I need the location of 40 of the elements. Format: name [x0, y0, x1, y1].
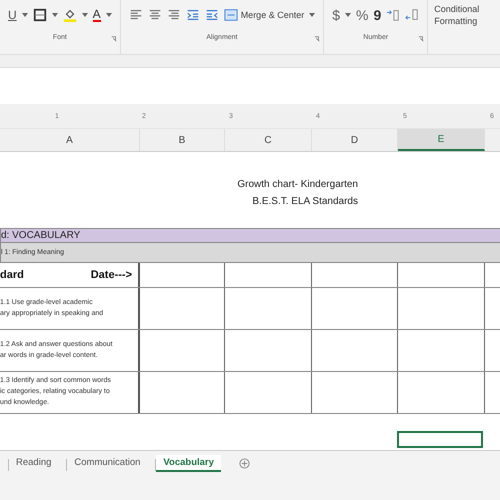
dialog-launcher-icon[interactable] [418, 36, 424, 42]
sheet-tab[interactable]: Reading [9, 455, 58, 470]
sheet-tab[interactable]: Communication [67, 455, 148, 470]
sheet-title: B.E.S.T. ELA Standards [252, 195, 358, 209]
caret-icon[interactable] [345, 13, 352, 17]
caret-icon[interactable] [309, 13, 316, 17]
caret-icon[interactable] [22, 13, 28, 17]
table-cell: dard [0, 269, 24, 281]
add-sheet-icon[interactable] [238, 458, 250, 469]
conditional-formatting-button[interactable]: Conditional Formatting [428, 0, 478, 28]
decrease-decimal-icon[interactable] [405, 8, 420, 22]
merge-icon [224, 8, 238, 22]
font-color-button[interactable]: A [92, 8, 101, 22]
increase-decimal-icon[interactable] [386, 8, 400, 22]
column-header[interactable]: E [398, 129, 485, 151]
percent-button[interactable]: % [356, 7, 368, 23]
caret-icon[interactable] [106, 13, 112, 17]
column-header[interactable]: B [140, 129, 225, 151]
dialog-launcher-icon[interactable] [314, 36, 320, 42]
merge-center-button[interactable]: Merge & Center [224, 8, 304, 22]
indent-icon[interactable] [186, 8, 200, 22]
currency-button[interactable]: $ [332, 7, 340, 23]
dialog-launcher-icon[interactable] [110, 36, 117, 42]
column-header[interactable]: A [0, 129, 140, 151]
align-icon[interactable] [166, 8, 181, 22]
align-icon[interactable] [128, 8, 143, 22]
indent-icon[interactable] [204, 8, 219, 22]
sheet-tab[interactable]: Vocabulary [156, 455, 221, 472]
fill-color-icon[interactable] [62, 8, 77, 22]
align-icon[interactable] [148, 8, 162, 22]
underline-button[interactable]: U [8, 8, 17, 22]
table-cell: Date---> [90, 269, 132, 281]
caret-icon[interactable] [52, 13, 58, 17]
borders-icon[interactable] [32, 8, 47, 22]
caret-icon[interactable] [82, 13, 88, 17]
sheet-title: Growth chart- Kindergarten [237, 178, 358, 192]
strand-band: d: VOCABULARY [0, 228, 500, 243]
column-header[interactable]: C [225, 129, 312, 151]
comma-style-button[interactable]: 9 [373, 7, 382, 23]
selected-cell[interactable] [397, 431, 483, 448]
